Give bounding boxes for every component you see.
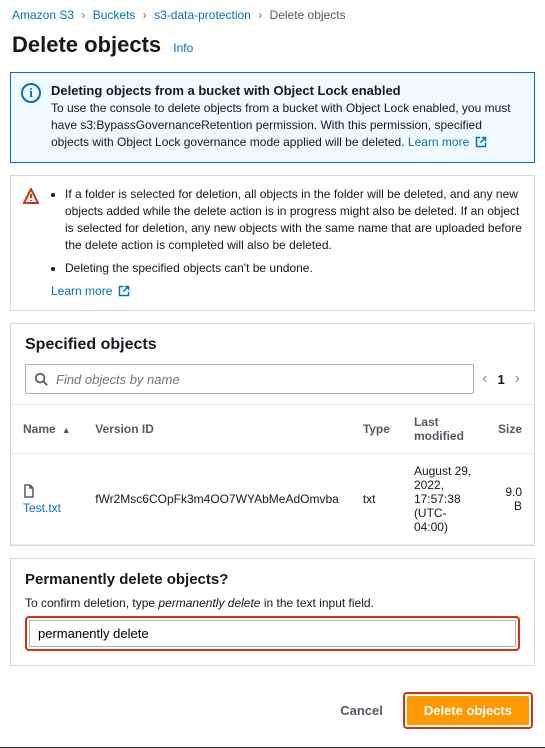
breadcrumb-link[interactable]: Amazon S3 (12, 8, 74, 22)
col-type[interactable]: Type (351, 405, 402, 454)
object-version: fWr2Msc6COpFk3m4OO7WYAbMeAdOmvba (83, 454, 351, 545)
info-link[interactable]: Info (173, 41, 193, 55)
learn-more-link[interactable]: Learn more (51, 284, 130, 298)
page-number: 1 (497, 372, 504, 387)
chevron-right-icon: › (258, 8, 262, 22)
search-input[interactable] (54, 371, 465, 388)
confirm-delete-input[interactable] (29, 620, 516, 647)
footer-actions: Cancel Delete objects (0, 678, 545, 745)
next-page-button[interactable]: › (515, 370, 520, 388)
prev-page-button[interactable]: ‹ (482, 370, 487, 388)
specified-objects-heading: Specified objects (11, 324, 534, 364)
chevron-right-icon: › (143, 8, 147, 22)
external-link-icon (118, 285, 130, 300)
pagination: ‹ 1 › (482, 370, 520, 388)
confirm-delete-panel: Permanently delete objects? To confirm d… (10, 558, 535, 666)
objects-table: Name▲ Version ID Type Last modified Size… (11, 404, 534, 545)
file-icon (23, 484, 35, 501)
warning-bullet: Deleting the specified objects can't be … (65, 260, 522, 277)
table-row: Test.txt fWr2Msc6COpFk3m4OO7WYAbMeAdOmvb… (11, 454, 534, 545)
confirm-input-highlight (25, 616, 520, 651)
alert-body: To use the console to delete objects fro… (51, 100, 522, 152)
col-size[interactable]: Size (486, 405, 534, 454)
external-link-icon (475, 136, 487, 153)
object-lock-info-alert: i Deleting objects from a bucket with Ob… (10, 72, 535, 163)
warning-icon (23, 188, 39, 209)
object-size: 9.0 B (486, 454, 534, 545)
object-name-link[interactable]: Test.txt (23, 501, 61, 515)
col-modified[interactable]: Last modified (402, 405, 486, 454)
alert-title: Deleting objects from a bucket with Obje… (51, 83, 522, 98)
learn-more-link[interactable]: Learn more (408, 135, 487, 149)
col-name[interactable]: Name▲ (11, 405, 83, 454)
specified-objects-panel: Specified objects ‹ 1 › Name▲ Version ID… (10, 323, 535, 546)
chevron-right-icon: › (81, 8, 85, 22)
delete-objects-button[interactable]: Delete objects (407, 696, 529, 725)
sort-asc-icon: ▲ (62, 425, 71, 435)
info-icon: i (21, 83, 41, 103)
object-type: txt (351, 454, 402, 545)
breadcrumb-current: Delete objects (270, 8, 346, 22)
breadcrumb: Amazon S3 › Buckets › s3-data-protection… (0, 0, 545, 26)
page-title: Delete objects Info (12, 32, 533, 58)
cancel-button[interactable]: Cancel (330, 692, 393, 729)
confirm-hint: To confirm deletion, type permanently de… (25, 596, 520, 610)
delete-warning-alert: If a folder is selected for deletion, al… (10, 175, 535, 311)
breadcrumb-link[interactable]: Buckets (93, 8, 136, 22)
search-icon (34, 372, 48, 386)
warning-bullet: If a folder is selected for deletion, al… (65, 186, 522, 253)
object-modified: August 29, 2022, 17:57:38 (UTC-04:00) (402, 454, 486, 545)
delete-button-highlight: Delete objects (403, 692, 533, 729)
col-version[interactable]: Version ID (83, 405, 351, 454)
search-input-wrap[interactable] (25, 364, 474, 394)
breadcrumb-link[interactable]: s3-data-protection (154, 8, 251, 22)
